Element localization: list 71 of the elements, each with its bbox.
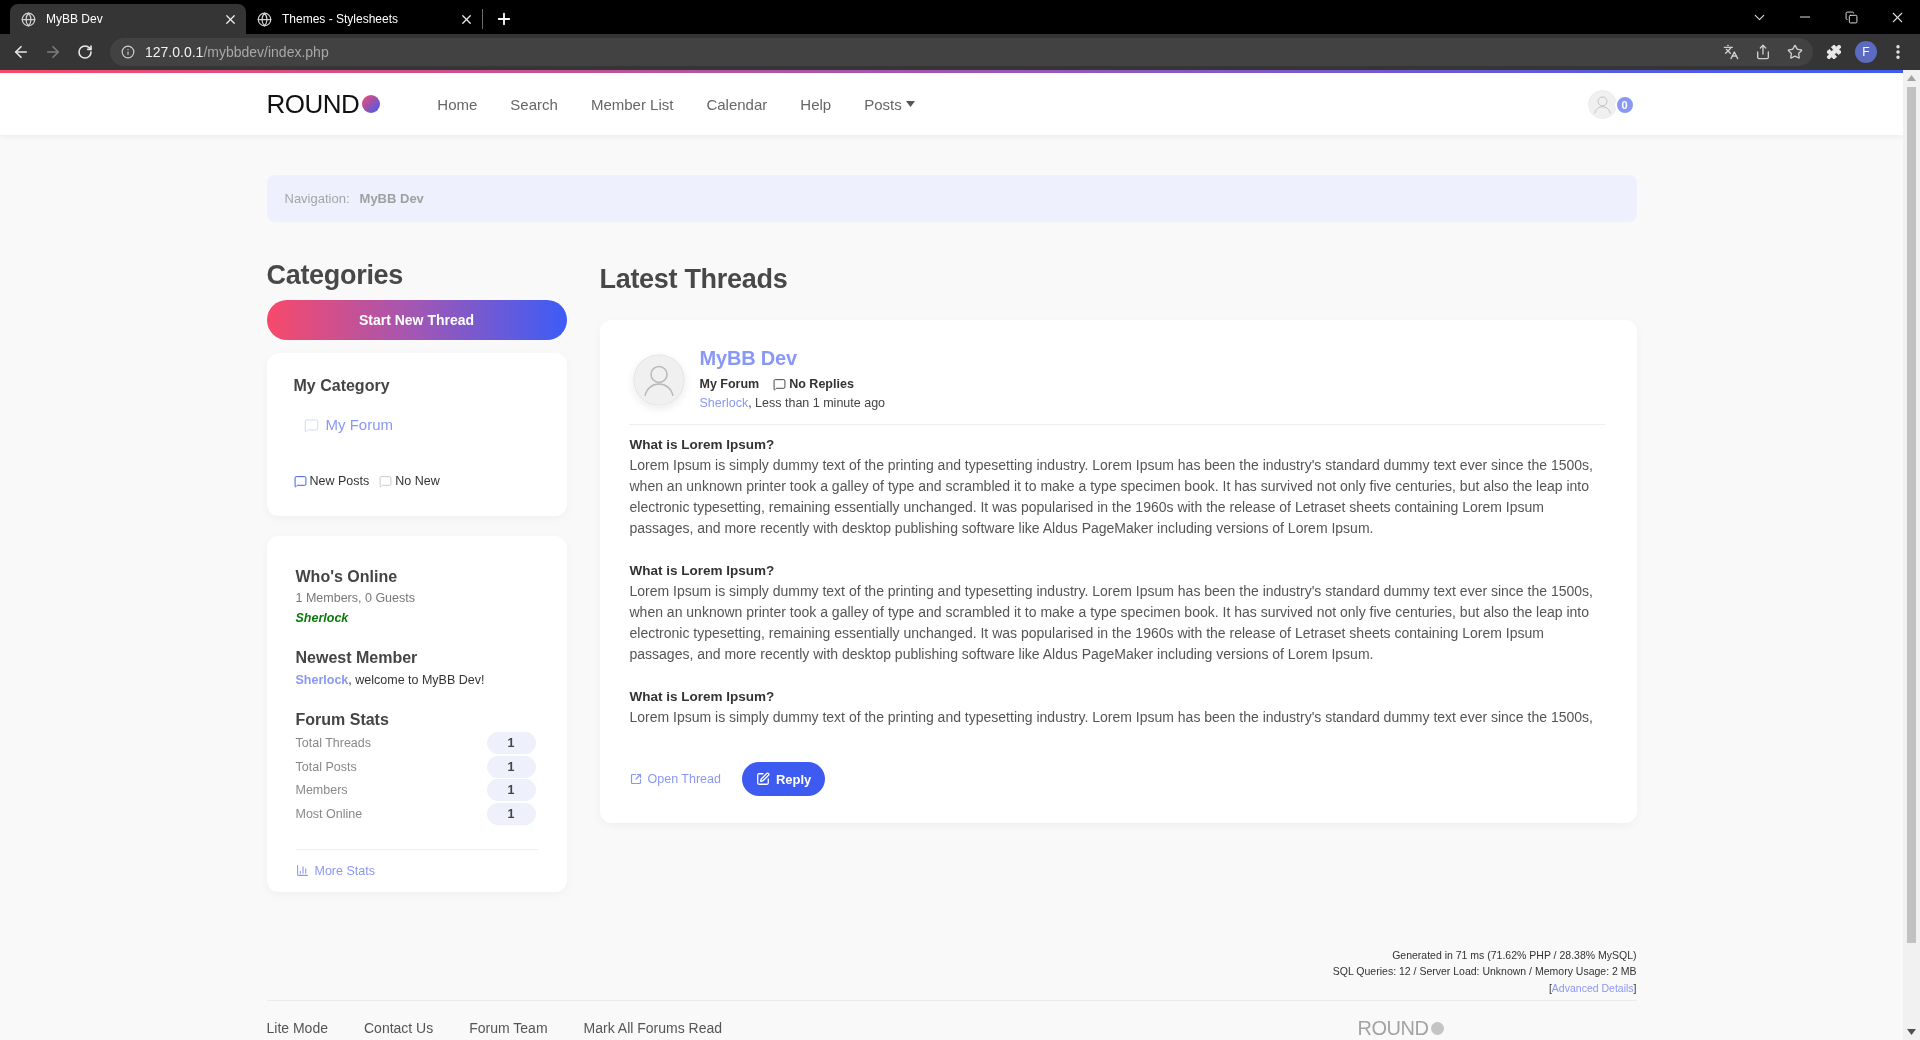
post-paragraph: Lorem Ipsum is simply dummy text of the printing and typesetting industry. Lorem Ipsum has been the industry's standard dummy text ever since the 1500s, when an unknown printer took a galley of type and scrambled it to make a type specimen book. It has survived not only five centuries, but also the leap into electronic typesetting, remaining essentially unchanged. It was popularised in the 1960s with the release of Letraset sheets containing Lorem Ipsum passages, and more recently with desktop publishing software like Aldus PageMaker including versions of Lorem Ipsum.	[629, 582, 1594, 664]
welcome-message: Sherlock, welcome to MyBB Dev!	[295, 672, 486, 689]
star-icon[interactable]	[1787, 44, 1803, 60]
section-heading: Forum Stats	[295, 710, 390, 730]
debug-info: SQL Queries: 12 / Server Load: Unknown / Memory Usage: 2 MB	[1332, 964, 1637, 979]
reply-button[interactable]: Reply	[741, 762, 826, 796]
new-tab-icon[interactable]	[495, 10, 513, 28]
address-field[interactable]: 127.0.0.1/mybbdev/index.php	[110, 38, 1813, 66]
post-heading: What is Lorem Ipsum?	[629, 562, 776, 580]
speech-bubble-icon	[379, 474, 393, 488]
stat-value: 1	[486, 779, 536, 801]
chart-icon	[295, 864, 309, 877]
section-heading: Newest Member	[295, 648, 419, 668]
scroll-down-icon[interactable]	[1907, 1029, 1916, 1035]
logo-link[interactable]: ROUND	[266, 88, 381, 120]
section-title: Latest Threads	[599, 263, 789, 296]
scrollbar-thumb[interactable]	[1907, 87, 1916, 943]
browser-tab[interactable]: MyBB Dev	[10, 4, 246, 34]
online-summary: 1 Members, 0 Guests	[295, 590, 416, 607]
speech-bubble-icon	[293, 474, 307, 488]
footer-link[interactable]: Contact Us	[364, 1019, 434, 1037]
stat-label: Total Threads	[295, 736, 371, 750]
footer-link[interactable]: Lite Mode	[266, 1019, 328, 1037]
puzzle-icon[interactable]	[1826, 44, 1842, 60]
nav-link[interactable]: Calendar	[706, 95, 768, 113]
restore-icon[interactable]	[1844, 10, 1858, 24]
post-paragraph: Lorem Ipsum is simply dummy text of the printing and typesetting industry. Lorem Ipsum has been the industry's standard dummy text ever since the 1500s, when an unknown printer took a galley of type and scrambled it to make a type specimen book. It has survived not only five centuries, but also the leap into electronic typesetting, remaining essentially unchanged. It was popularised in the 1960s with the release of Letraset sheets containing Lorem Ipsum passages, and more recently with desktop publishing software like Aldus PageMaker including versions of Lorem Ipsum.	[629, 456, 1594, 538]
nav-link[interactable]: Posts	[864, 95, 915, 113]
footer-link[interactable]: Forum Team	[469, 1019, 548, 1037]
stat-value: 1	[486, 755, 536, 778]
stat-label: Most Online	[295, 806, 363, 821]
back-icon[interactable]	[12, 43, 30, 61]
stat-label: Total Posts	[295, 759, 357, 774]
section-heading: Who's Online	[295, 567, 399, 587]
advanced-details-line: [Advanced Details]	[1548, 980, 1637, 996]
post-paragraph: Lorem Ipsum is simply dummy text of the printing and typesetting industry. Lorem Ipsum has been the industry's standard dummy text ever since the 1500s,	[629, 708, 1594, 727]
stat-value: 1	[486, 802, 536, 825]
browser-tab[interactable]: Themes - Stylesheets	[246, 4, 482, 34]
translate-icon[interactable]	[1723, 44, 1739, 60]
globe-icon	[21, 11, 36, 27]
logo-circle-icon	[362, 95, 381, 113]
forum-name: My Forum	[699, 376, 760, 393]
avatar-icon	[632, 354, 685, 406]
nav-link[interactable]: Search	[510, 95, 558, 113]
footer-link[interactable]: Mark All Forums Read	[583, 1019, 723, 1037]
stat-label: Members	[295, 783, 348, 797]
reload-icon[interactable]	[77, 44, 93, 60]
post-heading: What is Lorem Ipsum?	[629, 688, 776, 706]
info-icon[interactable]	[121, 45, 135, 59]
debug-info: Generated in 71 ms (71.62% PHP / 28.38% MySQL)	[1392, 947, 1637, 963]
start-thread-button[interactable]: Start New Thread	[266, 300, 567, 340]
globe-icon	[257, 11, 272, 27]
nav-link[interactable]: Home	[437, 95, 478, 113]
logo-circle-icon	[1431, 1021, 1445, 1035]
nav-link[interactable]: Member List	[590, 95, 674, 113]
speech-bubble-icon	[773, 377, 787, 391]
legend-label: New Posts	[309, 473, 370, 490]
edit-icon	[755, 772, 770, 786]
section-title: Categories	[266, 259, 405, 292]
category-title: My Category	[293, 376, 391, 396]
external-link-icon	[629, 773, 642, 785]
profile-button[interactable]: F	[1855, 41, 1877, 63]
reply-count: No Replies	[789, 376, 854, 393]
share-icon[interactable]	[1755, 44, 1771, 60]
post-heading: What is Lorem Ipsum?	[629, 436, 776, 454]
post-meta: Sherlock, Less than 1 minute ago	[699, 395, 886, 412]
nav-link[interactable]: Help	[800, 95, 832, 113]
stat-value: 1	[486, 732, 536, 754]
legend-label: No New	[395, 473, 440, 490]
breadcrumb-label: Navigation:	[284, 191, 350, 206]
user-link[interactable]: Sherlock	[295, 609, 349, 627]
